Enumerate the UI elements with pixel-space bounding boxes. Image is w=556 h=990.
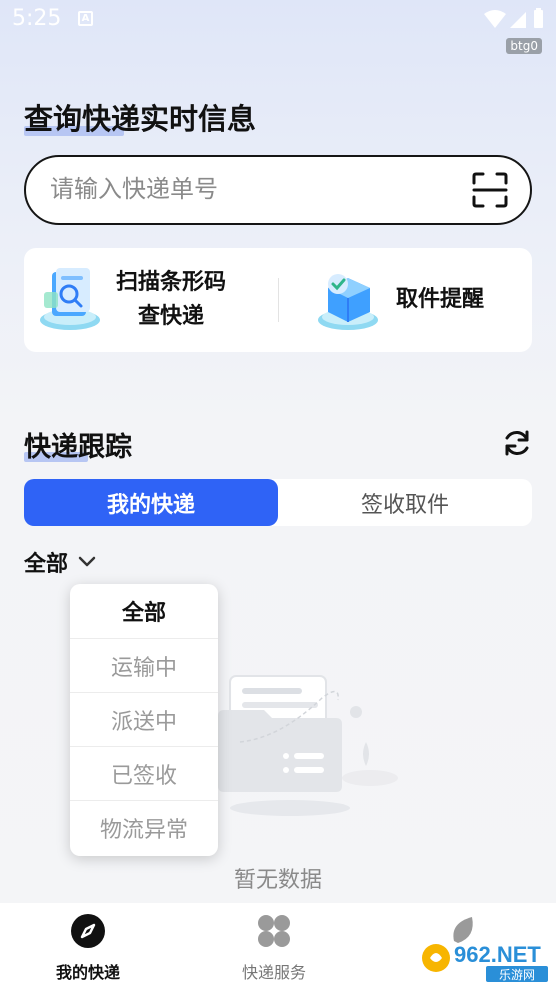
chevron-down-icon	[78, 553, 96, 572]
filter-selected: 全部	[24, 552, 69, 577]
wifi-signal-battery-icon	[484, 8, 543, 28]
tracking-number-input[interactable]	[50, 175, 450, 203]
scan-barcode-action[interactable]: 扫描条形码 查快递	[36, 248, 226, 352]
watermark-text: 962.NET	[454, 942, 541, 967]
pickup-reminder-label: 取件提醒	[396, 287, 485, 312]
status-time: 5:25	[12, 6, 62, 31]
divider	[278, 278, 279, 322]
dropdown-option-exception[interactable]: 物流异常	[70, 800, 218, 854]
status-filter[interactable]: 全部	[24, 546, 96, 578]
page-title-wrap: 查询快递实时信息	[24, 96, 256, 138]
refresh-icon[interactable]	[502, 428, 532, 462]
notification-a-icon: A	[78, 11, 93, 26]
empty-state-illustration	[210, 660, 400, 824]
debug-tag: btg0	[506, 38, 542, 54]
scan-barcode-label-line2: 查快递	[138, 304, 205, 329]
compass-icon	[70, 913, 106, 953]
tracking-section-header: 快递跟踪	[24, 425, 132, 464]
page-title: 查询快递实时信息	[24, 102, 257, 136]
dropdown-option-in-transit[interactable]: 运输中	[70, 638, 218, 692]
status-icons	[482, 8, 546, 34]
scan-barcode-label-line1: 扫描条形码	[116, 270, 227, 295]
empty-state-text: 暂无数据	[233, 868, 322, 893]
nav-my-express[interactable]: 我的快递	[56, 913, 120, 983]
dropdown-option-all[interactable]: 全部	[70, 584, 218, 638]
tab-my-express[interactable]: 我的快递	[24, 479, 278, 526]
nav-label-express-service: 快递服务	[242, 963, 307, 982]
scan-icon[interactable]	[472, 172, 508, 212]
quick-actions-card: 扫描条形码 查快递 取件提醒	[24, 248, 532, 352]
site-watermark: 962.NET 乐游网	[420, 936, 550, 988]
dropdown-option-signed[interactable]: 已签收	[70, 746, 218, 800]
watermark-subtext: 乐游网	[499, 968, 535, 982]
nav-label-my-express: 我的快递	[56, 963, 121, 982]
dropdown-option-delivering[interactable]: 派送中	[70, 692, 218, 746]
nav-express-service[interactable]: 快递服务	[242, 913, 306, 983]
status-bar: 5:25 A	[0, 0, 556, 40]
status-dropdown: 全部 运输中 派送中 已签收 物流异常	[70, 584, 218, 856]
tab-sign-pickup[interactable]: 签收取件	[278, 479, 532, 526]
section-title: 快递跟踪	[24, 432, 132, 463]
four-petal-grid-icon	[256, 913, 292, 953]
pickup-reminder-action[interactable]: 取件提醒	[314, 248, 484, 352]
search-box[interactable]	[24, 155, 532, 225]
tracking-tabs: 我的快递 签收取件	[24, 479, 532, 526]
package-reminder-illustration-icon	[314, 262, 384, 338]
scan-barcode-illustration-icon	[36, 262, 106, 338]
